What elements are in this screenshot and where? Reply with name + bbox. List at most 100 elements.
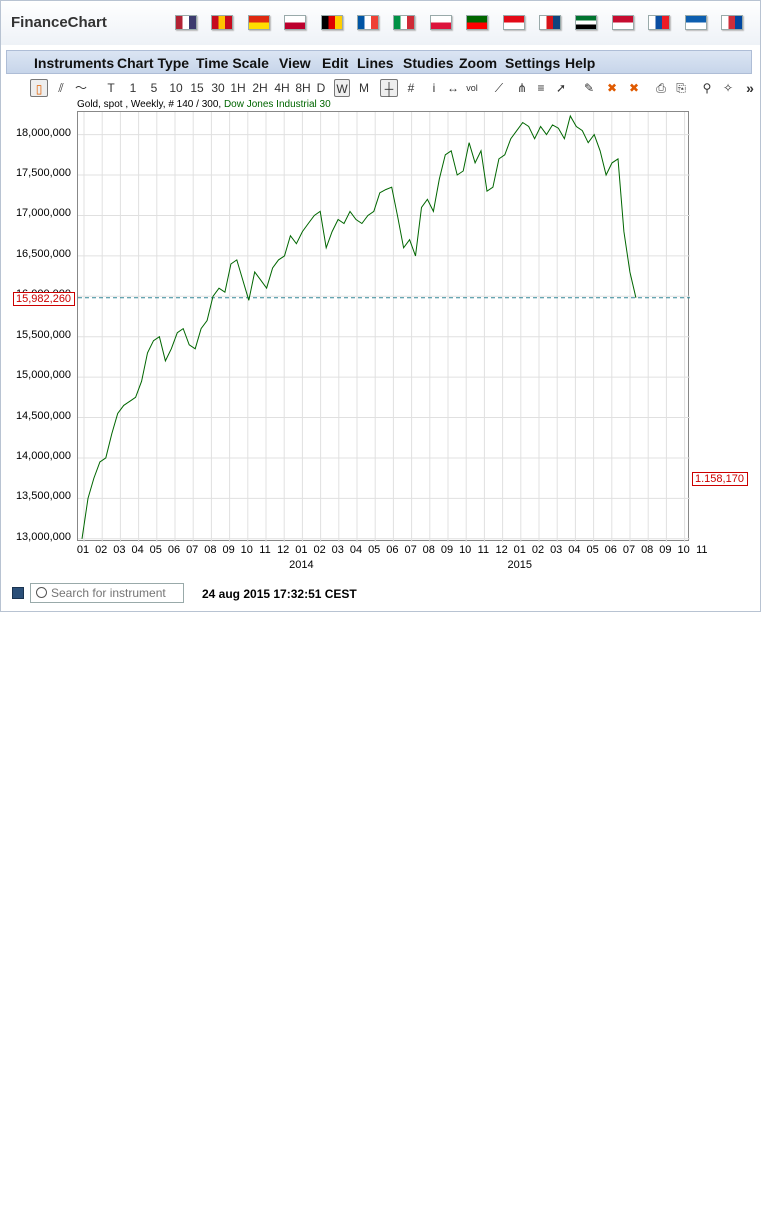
- month-tick: 10: [677, 544, 690, 556]
- delete-icon[interactable]: ✖: [603, 79, 621, 97]
- poland-flag-icon[interactable]: [429, 15, 452, 30]
- grid-icon[interactable]: #: [402, 79, 420, 97]
- month-tick: 05: [368, 544, 381, 556]
- month-tick: 03: [550, 544, 563, 556]
- timescale-30-button[interactable]: 30: [207, 79, 229, 97]
- menu-settings[interactable]: Settings: [505, 55, 560, 71]
- china-flag-icon[interactable]: [247, 15, 270, 30]
- menu-time-scale[interactable]: Time Scale: [196, 55, 269, 71]
- france-flag-icon[interactable]: [357, 15, 379, 30]
- uae-flag-icon[interactable]: [575, 15, 598, 30]
- menu-zoom[interactable]: Zoom: [459, 55, 497, 71]
- month-tick: 10: [459, 544, 472, 556]
- menu-lines[interactable]: Lines: [357, 55, 394, 71]
- greece-flag-icon[interactable]: [684, 15, 707, 30]
- timescale-2h-button[interactable]: 2H: [249, 79, 271, 97]
- left-axis-tick: 15,000,000: [15, 369, 71, 382]
- month-tick: 12: [277, 544, 290, 556]
- timescale-d-button[interactable]: D: [313, 79, 329, 97]
- denmark-flag-icon[interactable]: [611, 15, 634, 30]
- month-tick: 02: [531, 544, 545, 556]
- left-axis-tick: 13,000,000: [15, 530, 71, 543]
- timescale-m-button[interactable]: M: [356, 79, 372, 97]
- crosshair-icon[interactable]: ┼: [380, 79, 398, 97]
- month-tick: 03: [331, 544, 344, 556]
- month-tick: 08: [422, 544, 435, 556]
- menu-studies[interactable]: Studies: [403, 55, 454, 71]
- timescale-1-button[interactable]: 1: [125, 79, 141, 97]
- status-bar: 24 aug 2015 17:32:51 CEST: [6, 581, 756, 605]
- menu-instruments[interactable]: Instruments: [34, 55, 114, 71]
- menu-view[interactable]: View: [279, 55, 311, 71]
- print-icon[interactable]: ⎙: [652, 79, 670, 97]
- left-axis-tick: 13,500,000: [15, 490, 71, 503]
- pan-icon[interactable]: ↔: [444, 79, 462, 97]
- volume-icon[interactable]: vol: [463, 79, 481, 97]
- timescale-8h-button[interactable]: 8H: [292, 79, 314, 97]
- info-icon[interactable]: i: [425, 79, 443, 97]
- month-tick: 11: [259, 544, 271, 556]
- fibonacci-icon[interactable]: ≡: [532, 79, 550, 97]
- left-axis-tick: 14,500,000: [15, 409, 71, 422]
- timescale-1h-button[interactable]: 1H: [227, 79, 249, 97]
- trendline-icon[interactable]: ⟋: [490, 79, 508, 97]
- month-tick: 09: [659, 544, 672, 556]
- month-tick: 08: [641, 544, 654, 556]
- bar-chart-icon[interactable]: ⫽: [52, 79, 70, 97]
- month-tick: 04: [568, 544, 581, 556]
- arrow-icon[interactable]: ➚: [552, 79, 570, 97]
- turkey-flag-icon[interactable]: [502, 15, 525, 30]
- instrument-search-input[interactable]: [30, 583, 184, 603]
- month-tick: 05: [149, 544, 162, 556]
- menu-help[interactable]: Help: [565, 55, 595, 71]
- delete-all-icon[interactable]: ✖: [625, 79, 643, 97]
- left-axis-tick: 15,500,000: [15, 328, 71, 341]
- month-tick: 01: [295, 544, 308, 556]
- germany-flag-icon[interactable]: [320, 15, 343, 30]
- compare-instrument[interactable]: Dow Jones Industrial 30: [224, 99, 331, 110]
- czech-flag-icon[interactable]: [539, 15, 561, 30]
- month-tick: 09: [222, 544, 235, 556]
- timescale-15-button[interactable]: 15: [186, 79, 208, 97]
- month-tick: 10: [240, 544, 253, 556]
- menu-bar: Instruments Chart Type Time Scale View Edit L…: [6, 50, 752, 74]
- app-logo: FinanceChart: [11, 14, 107, 31]
- timescale-4h-button[interactable]: 4H: [271, 79, 293, 97]
- month-tick: 02: [95, 544, 108, 556]
- korea-flag-icon[interactable]: [721, 15, 743, 30]
- italy-flag-icon[interactable]: [393, 15, 416, 30]
- more-icon[interactable]: »: [741, 79, 759, 97]
- timescale-w-button[interactable]: W: [334, 79, 350, 97]
- candle-chart-icon[interactable]: ▯: [30, 79, 48, 97]
- slovakia-flag-icon[interactable]: [648, 15, 671, 30]
- chart-canvas[interactable]: [78, 112, 704, 542]
- left-axis-tick: 14,000,000: [15, 449, 71, 462]
- month-tick: 02: [313, 544, 326, 556]
- usa-flag-icon[interactable]: [175, 15, 197, 30]
- month-tick: 03: [113, 544, 126, 556]
- line-chart-icon[interactable]: 〜: [72, 79, 90, 97]
- menu-chart-type[interactable]: Chart Type: [117, 55, 189, 71]
- print-preview-icon[interactable]: ⎘: [672, 79, 690, 97]
- fork-icon[interactable]: ⋔: [513, 79, 531, 97]
- pencil-icon[interactable]: ✎: [580, 79, 598, 97]
- timescale-t-button[interactable]: T: [103, 79, 119, 97]
- left-axis-tick: 16,500,000: [15, 247, 71, 260]
- month-tick: 12: [495, 544, 508, 556]
- finance-chart-window: FinanceChart Instruments Chart Type Time S…: [0, 0, 761, 612]
- gold-last-value-label: 1.158,170: [692, 472, 748, 486]
- timescale-5-button[interactable]: 5: [146, 79, 162, 97]
- month-tick: 07: [186, 544, 199, 556]
- japan-flag-icon[interactable]: [284, 15, 307, 30]
- portugal-flag-icon[interactable]: [466, 15, 489, 30]
- spain-flag-icon[interactable]: [211, 15, 234, 30]
- timescale-10-button[interactable]: 10: [165, 79, 187, 97]
- month-tick: 04: [349, 544, 363, 556]
- instrument-info: Gold, spot , Weekly, # 140 / 300,: [77, 99, 224, 110]
- month-tick: 06: [386, 544, 399, 556]
- status-square-icon[interactable]: [12, 587, 24, 599]
- chart-plot-area[interactable]: [77, 111, 704, 542]
- menu-edit[interactable]: Edit: [322, 55, 348, 71]
- zoom-icon[interactable]: ⚲: [698, 79, 716, 97]
- pin-icon[interactable]: ✧: [719, 79, 737, 97]
